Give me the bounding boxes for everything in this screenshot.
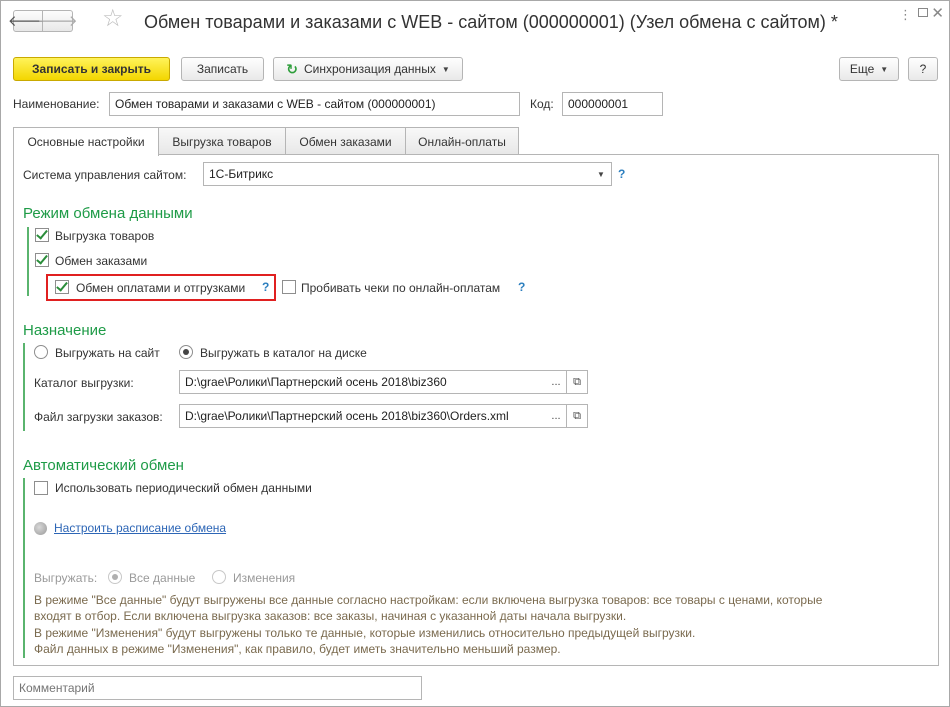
catalog-field[interactable]: D:\grae\Ролики\Партнерский осень 2018\bi…	[179, 370, 547, 394]
more-label: Еще	[849, 62, 875, 76]
tab-export-goods[interactable]: Выгрузка товаров	[158, 127, 286, 155]
check-icon	[36, 227, 48, 240]
maximize-icon[interactable]	[918, 8, 928, 17]
sync-data-button[interactable]: ↻ Синхронизация данных ▼	[273, 57, 463, 81]
receipts-checkbox[interactable]	[282, 280, 296, 294]
tab-order-exchange[interactable]: Обмен заказами	[285, 127, 406, 155]
cms-select[interactable]: 1С-Битрикс	[203, 162, 592, 186]
catalog-select-button[interactable]: ...	[546, 370, 567, 394]
payments-help-icon[interactable]: ?	[262, 280, 269, 294]
more-button[interactable]: Еще ▼	[839, 57, 899, 81]
exchange-mode-title: Режим обмена данными	[23, 205, 193, 222]
changes-radio[interactable]	[212, 570, 226, 584]
description-line: Файл данных в режиме "Изменения", как пр…	[34, 642, 561, 656]
window-title: Обмен товарами и заказами с WEB - сайтом…	[144, 12, 838, 32]
arrow-right-icon: 🡒	[37, 12, 78, 30]
close-icon[interactable]: ✕	[931, 4, 944, 22]
receipts-label: Пробивать чеки по онлайн-оплатам	[301, 281, 501, 295]
export-goods-checkbox[interactable]	[35, 227, 49, 242]
orders-file-label: Файл загрузки заказов:	[34, 410, 163, 424]
save-and-close-button[interactable]: Записать и закрыть	[13, 57, 170, 81]
orders-file-select-button[interactable]: ...	[546, 404, 567, 428]
save-button[interactable]: Записать	[181, 57, 264, 81]
section-divider	[23, 343, 25, 431]
auto-exchange-title: Автоматический обмен	[23, 457, 184, 474]
form-window: 🡐 🡒 ☆ Обмен товарами и заказами с WEB - …	[0, 0, 950, 707]
description-line: входят в отбор. Если включена выгрузка з…	[34, 609, 627, 623]
tab-main-settings[interactable]: Основные настройки	[13, 127, 159, 156]
cms-label: Система управления сайтом:	[23, 168, 187, 182]
payments-shipments-checkbox[interactable]	[55, 279, 69, 294]
chevron-down-icon: ▼	[441, 64, 450, 74]
star-icon[interactable]: ☆	[102, 7, 124, 31]
export-goods-label: Выгрузка товаров	[55, 229, 155, 243]
comment-input[interactable]	[13, 676, 422, 700]
catalog-label: Каталог выгрузки:	[34, 376, 134, 390]
periodic-exchange-label: Использовать периодический обмен данными	[55, 481, 312, 495]
orders-file-field[interactable]: D:\grae\Ролики\Партнерский осень 2018\bi…	[179, 404, 547, 428]
code-label: Код:	[530, 97, 554, 111]
schedule-icon	[34, 522, 47, 535]
cms-help-icon[interactable]: ?	[618, 167, 625, 181]
section-divider	[23, 478, 25, 658]
payments-shipments-label: Обмен оплатами и отгрузками	[76, 281, 246, 295]
orders-file-open-button[interactable]: ⧉	[567, 404, 588, 428]
forward-button[interactable]: 🡒	[37, 10, 78, 32]
tab-online-payments[interactable]: Онлайн-оплаты	[405, 127, 519, 155]
chevron-down-icon: ▼	[597, 169, 605, 179]
more-menu-icon[interactable]: ⋮	[899, 7, 912, 23]
name-label: Наименование:	[13, 97, 100, 111]
help-button[interactable]: ?	[908, 57, 938, 81]
export-to-site-label: Выгружать на сайт	[55, 346, 160, 360]
sync-data-label: Синхронизация данных	[304, 62, 436, 76]
all-data-label: Все данные	[129, 571, 196, 585]
export-to-site-radio[interactable]	[34, 345, 48, 359]
exchange-orders-label: Обмен заказами	[55, 254, 148, 268]
open-icon: ⧉	[573, 409, 581, 422]
periodic-exchange-checkbox[interactable]	[34, 481, 48, 495]
cms-dropdown-button[interactable]: ▼	[591, 162, 612, 186]
export-mode-label: Выгружать:	[34, 571, 98, 585]
all-data-radio[interactable]	[108, 570, 122, 584]
section-divider	[27, 227, 29, 296]
open-icon: ⧉	[573, 375, 581, 388]
check-icon	[56, 279, 68, 292]
changes-label: Изменения	[233, 571, 296, 585]
destination-title: Назначение	[23, 322, 107, 339]
exchange-orders-checkbox[interactable]	[35, 252, 49, 267]
sync-icon: ↻	[286, 60, 298, 77]
export-to-disk-radio[interactable]	[179, 345, 193, 359]
export-to-disk-label: Выгружать в каталог на диске	[200, 346, 367, 360]
check-icon	[36, 252, 48, 265]
receipts-help-icon[interactable]: ?	[518, 280, 525, 294]
catalog-open-button[interactable]: ⧉	[567, 370, 588, 394]
code-field[interactable]: 000000001	[562, 92, 663, 116]
name-field[interactable]: Обмен товарами и заказами с WEB - сайтом…	[109, 92, 520, 116]
schedule-link[interactable]: Настроить расписание обмена	[54, 521, 226, 535]
chevron-down-icon: ▼	[880, 64, 889, 74]
